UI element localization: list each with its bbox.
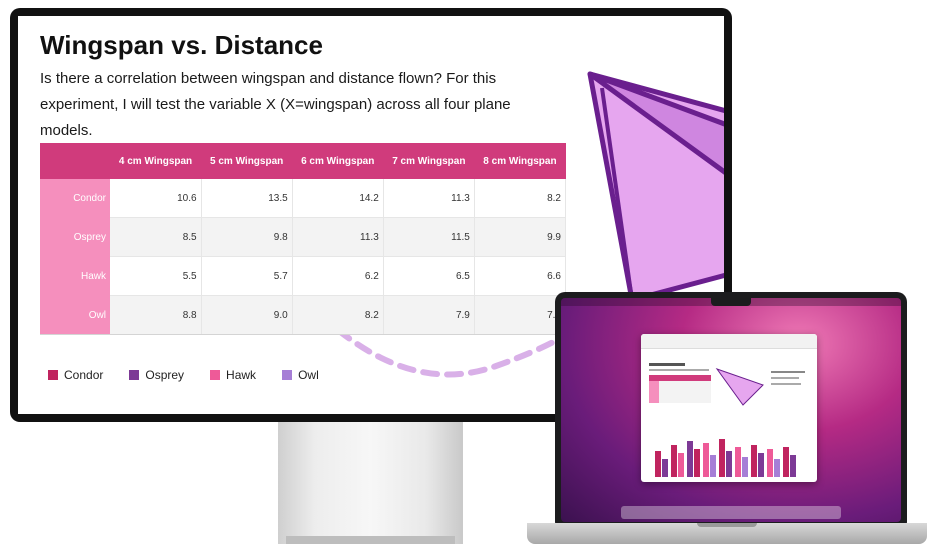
- column-header[interactable]: 7 cm Wingspan: [383, 143, 475, 179]
- table-cell[interactable]: 5.7: [201, 256, 293, 296]
- display-stand: [278, 422, 463, 544]
- app-window[interactable]: [641, 334, 817, 482]
- mini-bar-chart: [655, 439, 796, 477]
- table-row: Owl 8.8 9.0 8.2 7.9 7.3: [40, 295, 567, 335]
- table-cell[interactable]: 11.3: [292, 217, 384, 257]
- document-description: Is there a correlation between wingspan …: [40, 70, 511, 139]
- table-header-row: 4 cm Wingspan 5 cm Wingspan 6 cm Wingspa…: [40, 143, 566, 179]
- column-header[interactable]: 6 cm Wingspan: [292, 143, 384, 179]
- camera-notch: [711, 298, 751, 306]
- table-row: Condor 10.6 13.5 14.2 11.3 8.2: [40, 179, 567, 218]
- legend-item-osprey: Osprey: [129, 368, 184, 382]
- legend-item-owl: Owl: [282, 368, 319, 382]
- table-cell[interactable]: 11.3: [383, 179, 475, 218]
- table-cell[interactable]: 8.2: [292, 295, 384, 335]
- row-header[interactable]: Owl: [40, 295, 110, 335]
- laptop-screen: [561, 298, 901, 522]
- table-cell[interactable]: 7.3: [474, 295, 567, 335]
- legend-swatch: [48, 370, 58, 380]
- table-cell[interactable]: 5.5: [110, 256, 202, 296]
- table-cell[interactable]: 9.8: [201, 217, 293, 257]
- table-corner-cell: [40, 143, 110, 179]
- table-cell[interactable]: 14.2: [292, 179, 384, 218]
- document-title: Wingspan vs. Distance: [40, 30, 323, 60]
- legend-label: Condor: [64, 368, 104, 382]
- column-header[interactable]: 4 cm Wingspan: [110, 143, 202, 179]
- row-header[interactable]: Osprey: [40, 217, 110, 257]
- legend-label: Owl: [298, 368, 319, 382]
- table-cell[interactable]: 10.6: [110, 179, 202, 218]
- table-row: Osprey 8.5 9.8 11.3 11.5 9.9: [40, 217, 567, 257]
- table-cell[interactable]: 6.5: [383, 256, 475, 296]
- table-cell[interactable]: 8.2: [474, 179, 567, 218]
- table-cell[interactable]: 9.0: [201, 295, 293, 335]
- legend-swatch: [210, 370, 221, 380]
- laptop: [555, 292, 907, 524]
- table-cell[interactable]: 9.9: [474, 217, 567, 257]
- wingspan-data-table[interactable]: 4 cm Wingspan 5 cm Wingspan 6 cm Wingspa…: [40, 143, 567, 335]
- table-cell[interactable]: 8.5: [110, 217, 202, 257]
- row-header[interactable]: Hawk: [40, 256, 110, 296]
- column-header[interactable]: 5 cm Wingspan: [201, 143, 293, 179]
- mini-document-preview: [649, 363, 805, 477]
- laptop-base: [527, 523, 927, 544]
- app-toolbar: [641, 334, 817, 349]
- table-cell[interactable]: 6.2: [292, 256, 384, 296]
- table-cell[interactable]: 7.9: [383, 295, 475, 335]
- legend-label: Osprey: [145, 368, 185, 382]
- table-cell[interactable]: 8.8: [110, 295, 202, 335]
- chart-legend: Condor Osprey Hawk Owl: [48, 368, 319, 382]
- column-header[interactable]: 8 cm Wingspan: [474, 143, 566, 179]
- table-cell[interactable]: 6.6: [474, 256, 567, 296]
- table-row: Hawk 5.5 5.7 6.2 6.5 6.6: [40, 256, 567, 296]
- legend-swatch: [282, 370, 293, 380]
- legend-item-hawk: Hawk: [210, 368, 256, 382]
- legend-item-condor: Condor: [48, 368, 103, 382]
- dock[interactable]: [621, 506, 841, 519]
- section-divider: [40, 334, 566, 335]
- row-header[interactable]: Condor: [40, 179, 110, 218]
- table-cell[interactable]: 13.5: [201, 179, 293, 218]
- legend-label: Hawk: [226, 368, 257, 382]
- table-cell[interactable]: 11.5: [383, 217, 475, 257]
- legend-swatch: [129, 370, 140, 380]
